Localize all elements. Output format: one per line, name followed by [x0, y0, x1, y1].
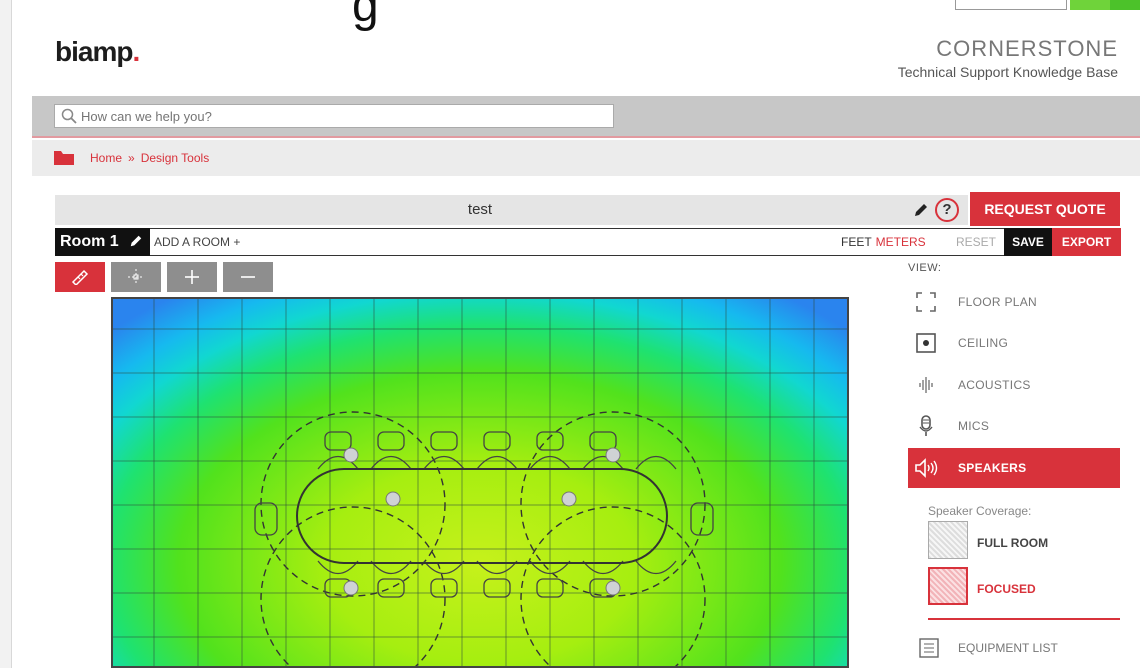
room-bar: Room 1 ADD A ROOM + FEET METERS RESET SAV… — [55, 228, 1121, 256]
unit-meters[interactable]: METERS — [876, 235, 926, 249]
speaker-coverage-label: Speaker Coverage: — [928, 504, 1032, 518]
reset-button[interactable]: RESET — [956, 235, 996, 249]
search-bar — [32, 96, 1140, 136]
brand-title: CORNERSTONE — [936, 36, 1118, 61]
microphone-icon — [919, 415, 933, 436]
zoom-in-icon — [185, 270, 199, 284]
ruler-icon — [71, 269, 89, 285]
divider — [32, 136, 1140, 138]
room-canvas[interactable] — [111, 297, 849, 668]
panel-divider — [928, 618, 1120, 620]
view-mics-label: MICS — [958, 419, 990, 433]
request-quote-button[interactable]: REQUEST QUOTE — [970, 192, 1120, 226]
equipment-list-button[interactable]: EQUIPMENT LIST — [918, 635, 1118, 663]
ceiling-icon — [916, 333, 936, 353]
pan-tool-button[interactable] — [111, 262, 161, 292]
view-speakers-label: SPEAKERS — [958, 461, 1027, 475]
move-icon — [128, 269, 144, 285]
logo-dot: . — [132, 36, 140, 67]
window-edge — [0, 0, 12, 668]
view-label: VIEW: — [908, 262, 942, 274]
biamp-logo[interactable]: biamp. — [55, 36, 140, 68]
ruler-tool-button[interactable] — [55, 262, 105, 292]
view-floor-plan[interactable]: FLOOR PLAN — [908, 282, 1120, 322]
coverage-full-room-swatch[interactable] — [928, 521, 968, 559]
save-button[interactable]: SAVE — [1004, 228, 1052, 256]
room-tab-label: Room 1 — [60, 233, 119, 250]
view-acoustics-label: ACOUSTICS — [958, 378, 1031, 392]
view-speakers[interactable]: SPEAKERS — [908, 448, 1120, 488]
breadcrumb-bar: Home » Design Tools — [32, 140, 1140, 176]
list-icon — [919, 638, 939, 658]
coverage-full-room-option[interactable]: FULL ROOM — [977, 536, 1048, 550]
zoom-out-button[interactable] — [223, 262, 273, 292]
view-ceiling[interactable]: CEILING — [908, 323, 1120, 363]
view-floor-plan-label: FLOOR PLAN — [958, 295, 1038, 309]
add-room-button[interactable]: ADD A ROOM + — [154, 235, 240, 249]
breadcrumb-design-tools[interactable]: Design Tools — [141, 151, 209, 165]
page: g biamp. CORNERSTONE Technical Support K… — [0, 0, 1140, 668]
grid-lines — [113, 299, 847, 666]
equipment-list-label: EQUIPMENT LIST — [958, 641, 1058, 655]
export-button[interactable]: EXPORT — [1052, 228, 1121, 256]
help-icon[interactable]: ? — [935, 198, 959, 222]
chrome-green-tab[interactable] — [1070, 0, 1110, 10]
browser-chrome: g — [0, 0, 1140, 32]
search-input[interactable] — [81, 107, 601, 125]
view-acoustics[interactable]: ACOUSTICS — [908, 365, 1120, 405]
folder-icon — [54, 151, 74, 165]
search-icon — [61, 108, 77, 124]
unit-toggle: FEET METERS — [841, 235, 926, 249]
design-title-bar: test ? — [55, 195, 968, 225]
logo-text: biamp — [55, 36, 133, 67]
room-plan-drawing — [113, 299, 847, 666]
chrome-text-fragment: g — [352, 0, 379, 32]
zoom-in-button[interactable] — [167, 262, 217, 292]
brand-block[interactable]: CORNERSTONE Technical Support Knowledge … — [898, 36, 1118, 80]
breadcrumb-home[interactable]: Home — [90, 151, 122, 165]
design-title: test — [467, 201, 493, 218]
coverage-focused-option[interactable]: FOCUSED — [977, 582, 1036, 596]
breadcrumb-separator: » — [128, 151, 135, 165]
floor-plan-icon — [916, 292, 936, 312]
view-ceiling-label: CEILING — [958, 336, 1009, 350]
view-mics[interactable]: MICS — [908, 406, 1120, 446]
zoom-out-icon — [241, 276, 255, 278]
coverage-focused-swatch[interactable] — [928, 567, 968, 605]
brand-subtitle: Technical Support Knowledge Base — [897, 64, 1118, 80]
acoustics-icon — [919, 377, 933, 393]
edit-title-icon[interactable] — [913, 202, 929, 218]
room-tab-room-1[interactable]: Room 1 — [55, 228, 150, 256]
speaker-icon — [915, 458, 938, 478]
search-field[interactable] — [54, 104, 614, 128]
chrome-green-tab-2[interactable] — [1110, 0, 1140, 10]
chairs — [254, 431, 714, 598]
chrome-tab[interactable] — [955, 0, 1067, 10]
edit-room-icon[interactable] — [129, 234, 143, 248]
breadcrumb: Home » Design Tools — [90, 151, 209, 165]
unit-feet[interactable]: FEET — [841, 235, 872, 249]
